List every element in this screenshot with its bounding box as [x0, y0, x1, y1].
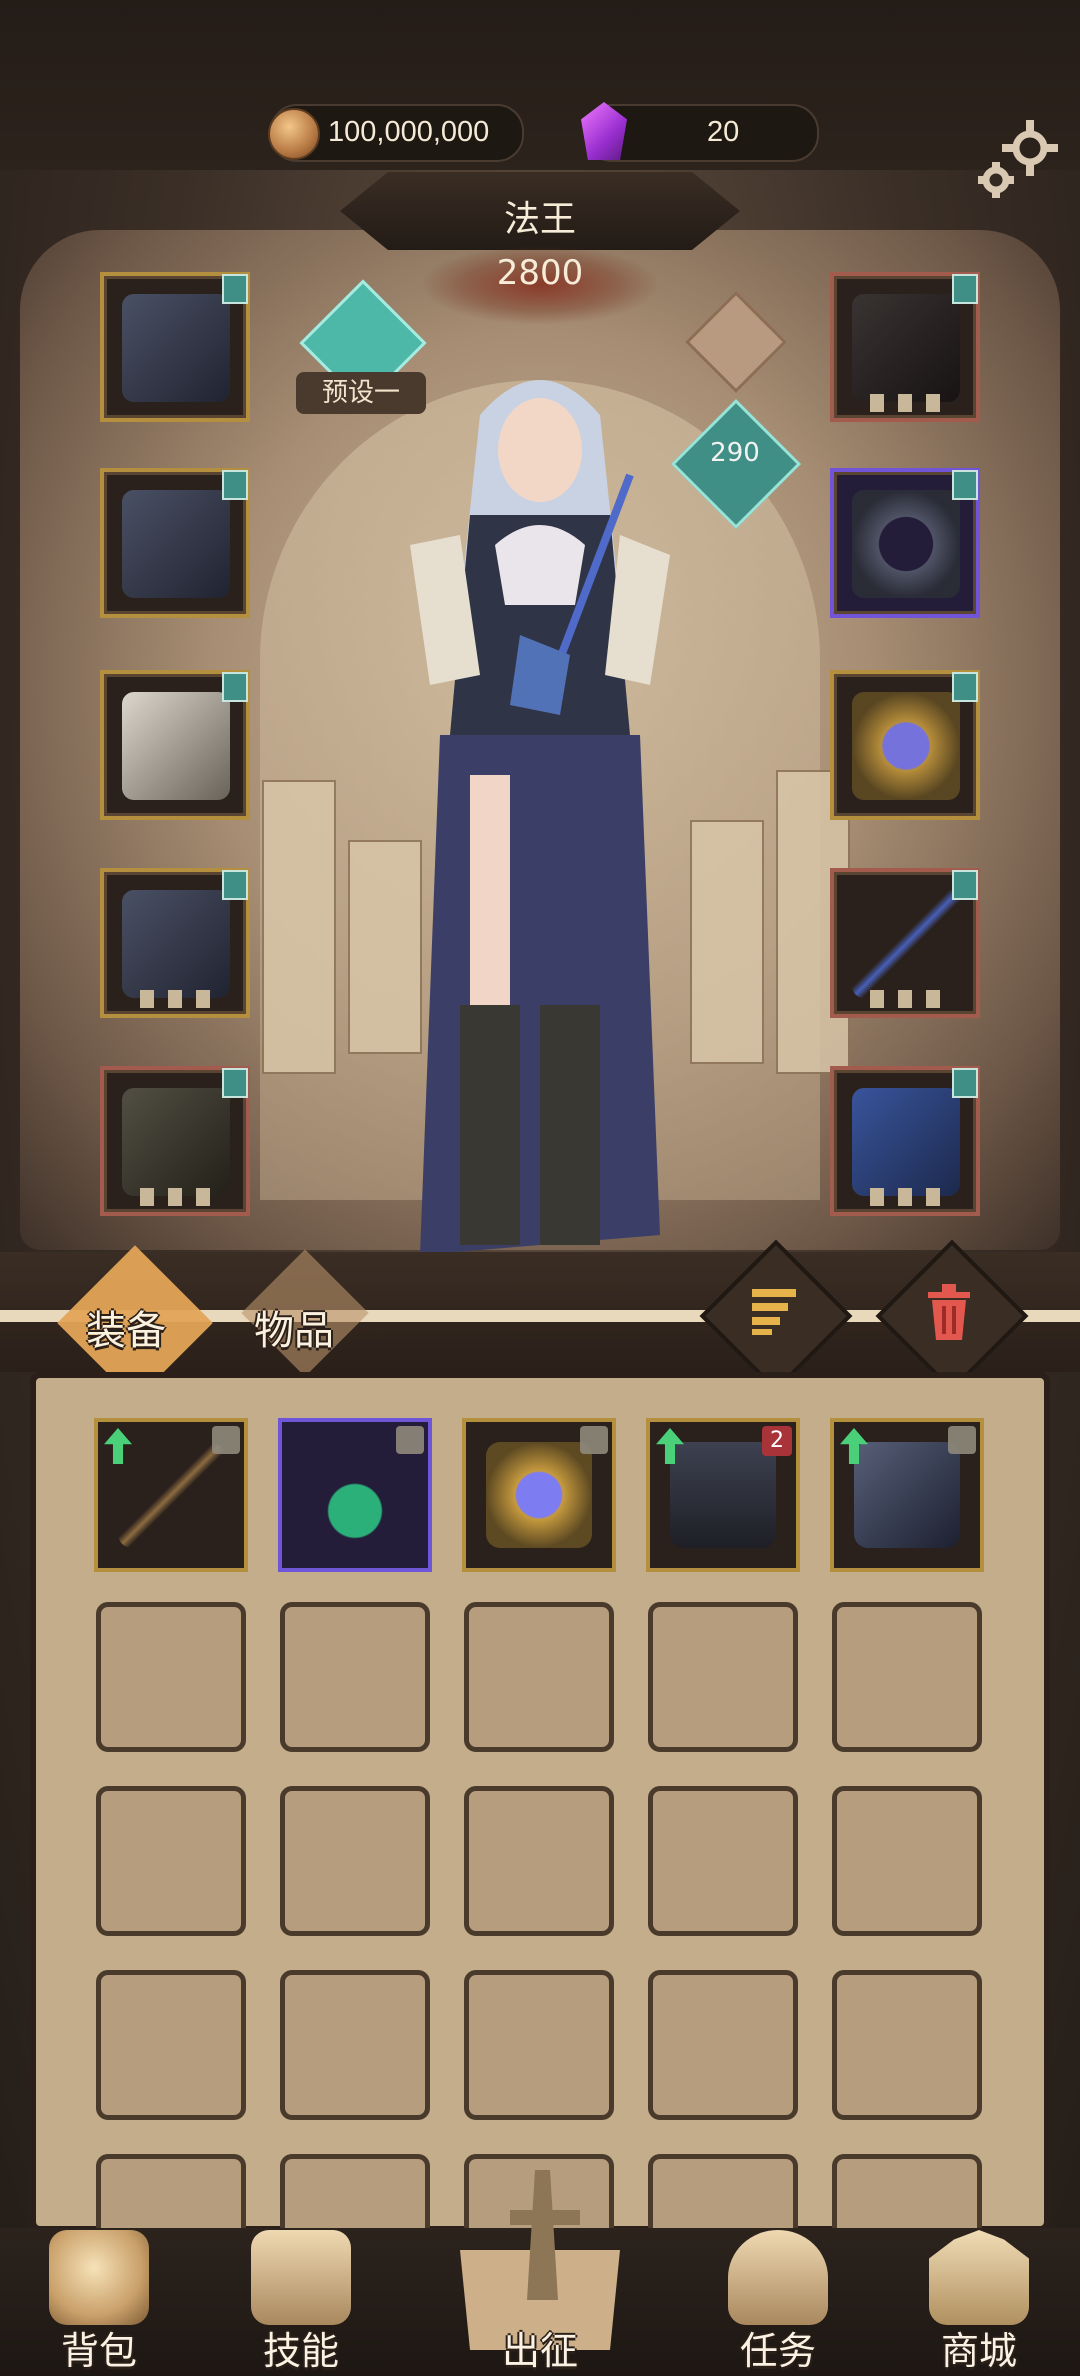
inventory-empty-slot[interactable] — [648, 1602, 798, 1752]
hero-level: 290 — [710, 438, 760, 468]
sapphire-amulet-icon — [852, 692, 960, 800]
inventory-item-gauntlet[interactable] — [830, 1418, 984, 1572]
helmet-icon — [122, 294, 230, 402]
class-name: 法王 — [503, 199, 576, 240]
equip-slot-gloves[interactable] — [100, 670, 250, 820]
slot-tag — [222, 672, 248, 702]
lock-icon[interactable] — [580, 1426, 608, 1454]
coin-counter[interactable]: 100,000,000 — [268, 104, 524, 162]
nav-quests[interactable]: 任务 — [683, 2230, 873, 2376]
quest-scroll-icon — [728, 2230, 828, 2325]
count-badge: 2 — [762, 1426, 792, 1456]
inventory-empty-slot[interactable] — [96, 1970, 246, 2120]
gem-amount: 20 — [707, 116, 740, 148]
backpack-icon — [49, 2230, 149, 2325]
inventory-empty-slot[interactable] — [96, 1602, 246, 1752]
inventory-empty-slot[interactable] — [832, 2154, 982, 2228]
nav-quests-label: 任务 — [739, 2329, 816, 2373]
inventory-empty-slot[interactable] — [648, 1786, 798, 1936]
gloves-icon — [122, 692, 230, 800]
nav-expedition[interactable]: 出征 — [445, 2230, 635, 2376]
inventory-empty-slot[interactable] — [280, 1602, 430, 1752]
stage-plank — [690, 820, 764, 1064]
inventory-empty-slot[interactable] — [280, 1786, 430, 1936]
slot-tag — [952, 274, 978, 304]
stage-plank — [262, 780, 336, 1074]
equip-slot-pants[interactable] — [100, 868, 250, 1018]
nav-shop-label: 商城 — [940, 2329, 1017, 2373]
sort-list-icon — [752, 1289, 796, 1335]
sapphire-ring-icon — [486, 1442, 592, 1548]
inventory-item-pendant[interactable] — [278, 1418, 432, 1572]
tab-equipment[interactable]: 装备 — [86, 1298, 166, 1356]
hero-character-illustration[interactable] — [400, 355, 680, 1295]
tab-items[interactable]: 物品 — [254, 1298, 334, 1356]
nav-backpack[interactable]: 背包 — [4, 2230, 194, 2376]
equip-slot-necklace[interactable] — [830, 272, 980, 422]
gauntlet-icon — [854, 1442, 960, 1548]
slot-tag — [952, 672, 978, 702]
game-screen: 100,000,000 20 法王 2800 预设一 290 装备 物品 2 背… — [0, 0, 1080, 2376]
equip-slot-armor[interactable] — [100, 468, 250, 618]
skill-book-icon — [251, 2230, 351, 2325]
equip-slot-helmet[interactable] — [100, 272, 250, 422]
inventory-empty-slot[interactable] — [648, 2154, 798, 2228]
gem-sockets — [870, 394, 950, 412]
equip-slot-amulet[interactable] — [830, 670, 980, 820]
equip-slot-boots[interactable] — [100, 1066, 250, 1216]
shop-crown-icon — [929, 2230, 1029, 2325]
nav-expedition-label: 出征 — [501, 2329, 578, 2373]
ring-icon — [852, 490, 960, 598]
slot-tag — [222, 870, 248, 900]
inventory-empty-slot[interactable] — [96, 1786, 246, 1936]
nav-backpack-label: 背包 — [60, 2329, 137, 2373]
shield-icon — [852, 1088, 960, 1196]
inventory-empty-slot[interactable] — [648, 1970, 798, 2120]
cross-necklace-icon — [852, 294, 960, 402]
inventory-empty-slot[interactable] — [96, 2154, 246, 2228]
inventory-empty-slot[interactable] — [464, 1970, 614, 2120]
equip-slot-offhand[interactable] — [830, 1066, 980, 1216]
slot-tag — [222, 470, 248, 500]
emerald-pendant-icon — [302, 1442, 408, 1548]
inventory-item-staff[interactable] — [94, 1418, 248, 1572]
inventory-empty-slot[interactable] — [832, 1786, 982, 1936]
inventory-item-ring[interactable] — [462, 1418, 616, 1572]
gem-sockets — [140, 990, 220, 1008]
lock-icon[interactable] — [212, 1426, 240, 1454]
inventory-empty-slot[interactable] — [464, 1786, 614, 1936]
inventory-empty-slot[interactable] — [280, 2154, 430, 2228]
nav-skills-label: 技能 — [262, 2329, 339, 2373]
slot-tag — [952, 870, 978, 900]
gem-counter[interactable]: 20 — [581, 102, 819, 162]
helm-icon — [670, 1442, 776, 1548]
inventory-empty-slot[interactable] — [832, 1602, 982, 1752]
coin-icon — [268, 108, 320, 160]
slot-tag — [952, 470, 978, 500]
nav-skills[interactable]: 技能 — [206, 2230, 396, 2376]
inventory-empty-slot[interactable] — [464, 1602, 614, 1752]
gem-sockets — [870, 990, 950, 1008]
armor-icon — [122, 490, 230, 598]
lock-icon[interactable] — [948, 1426, 976, 1454]
inventory-empty-slot[interactable] — [832, 1970, 982, 2120]
boots-icon — [122, 1088, 230, 1196]
gem-sockets — [870, 1188, 950, 1206]
staff-icon — [118, 1442, 224, 1548]
coin-amount: 100,000,000 — [328, 116, 490, 148]
pants-icon — [122, 890, 230, 998]
equip-slot-weapon[interactable] — [830, 868, 980, 1018]
slot-tag — [952, 1068, 978, 1098]
nav-shop[interactable]: 商城 — [884, 2230, 1074, 2376]
top-bar — [0, 0, 1080, 170]
staff-icon — [852, 890, 960, 998]
gem-sockets — [140, 1188, 220, 1206]
inventory-item-helm[interactable]: 2 — [646, 1418, 800, 1572]
trash-icon — [928, 1284, 970, 1340]
inventory-empty-slot[interactable] — [280, 1970, 430, 2120]
equip-slot-ring[interactable] — [830, 468, 980, 618]
slot-tag — [222, 1068, 248, 1098]
slot-tag — [222, 274, 248, 304]
lock-icon[interactable] — [396, 1426, 424, 1454]
